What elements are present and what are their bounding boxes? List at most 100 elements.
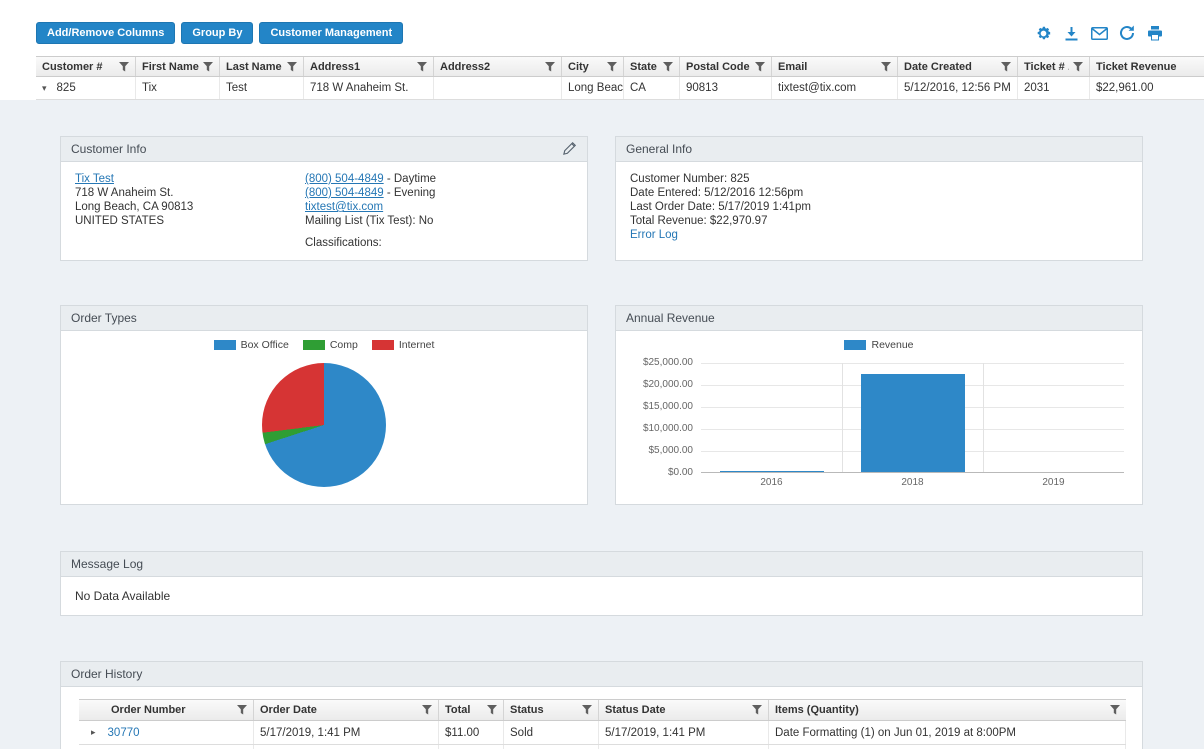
general-info-header: General Info	[616, 137, 1142, 162]
col-header-address2[interactable]: Address2	[434, 57, 562, 76]
cell-total: $11.00	[439, 721, 504, 744]
customer-info-panel: Customer Info Tix Test 718 W Anaheim St.…	[60, 136, 588, 261]
group-by-button[interactable]: Group By	[181, 22, 254, 44]
filter-icon[interactable]	[119, 61, 129, 72]
col-header-customer-number[interactable]: Customer #	[36, 57, 136, 76]
filter-icon[interactable]	[607, 61, 617, 72]
mailing-list-status: Mailing List (Tix Test): No	[305, 215, 434, 227]
col-header-total[interactable]: Total	[439, 700, 504, 720]
legend-swatch-revenue	[844, 340, 867, 350]
col-header-items-quantity[interactable]: Items (Quantity)	[769, 700, 1126, 720]
settings-gear-icon[interactable]	[1034, 24, 1052, 42]
col-header-status[interactable]: Status	[504, 700, 599, 720]
charts-row: Order Types Box Office Comp Internet Ann…	[60, 305, 1143, 505]
message-log-body: No Data Available	[61, 577, 1142, 615]
col-label: Order Number	[111, 704, 186, 716]
cell-total: $0.00	[439, 745, 504, 749]
col-header-state[interactable]: State	[624, 57, 680, 76]
col-header-status-date[interactable]: Status Date	[599, 700, 769, 720]
cell-first-name: Tix	[136, 77, 220, 99]
customer-management-button[interactable]: Customer Management	[259, 22, 404, 44]
phone-evening-link[interactable]: (800) 504-4849	[305, 187, 384, 199]
filter-icon[interactable]	[203, 61, 213, 72]
order-row[interactable]: ▸ 30770 5/17/2019, 1:41 PM $11.00 Sold 5/…	[79, 721, 1126, 745]
customer-row[interactable]: ▾ 825 Tix Test 718 W Anaheim St. Long Bea…	[36, 77, 1204, 100]
col-header-ticket-number[interactable]: Ticket #↓	[1018, 57, 1090, 76]
col-header-email[interactable]: Email	[772, 57, 898, 76]
filter-icon[interactable]	[752, 705, 762, 715]
panel-title: Customer Info	[71, 142, 147, 156]
col-header-city[interactable]: City	[562, 57, 624, 76]
legend-label: Comp	[329, 339, 358, 351]
edit-customer-icon[interactable]	[563, 141, 577, 158]
cell-value: Long Beach	[568, 82, 624, 94]
bar[interactable]	[860, 373, 965, 472]
cell-value: 5/17/2019, 1:41 PM	[605, 726, 706, 739]
cell-date-created: 5/12/2016, 12:56 PM	[898, 77, 1018, 99]
col-header-last-name[interactable]: Last Name	[220, 57, 304, 76]
col-header-order-date[interactable]: Order Date	[254, 700, 439, 720]
filter-icon[interactable]	[881, 61, 891, 72]
filter-icon[interactable]	[422, 705, 432, 715]
customer-email-link[interactable]: tixtest@tix.com	[305, 201, 383, 213]
print-icon[interactable]	[1146, 24, 1164, 42]
col-header-order-number[interactable]: Order Number	[79, 700, 254, 720]
col-header-ticket-revenue[interactable]: Ticket Revenue	[1090, 57, 1204, 76]
cell-postal-code: 90813	[680, 77, 772, 99]
refresh-icon[interactable]	[1118, 24, 1136, 42]
filter-icon[interactable]	[755, 61, 765, 72]
col-header-first-name[interactable]: First Name	[136, 57, 220, 76]
general-total-revenue: Total Revenue: $22,970.97	[630, 215, 768, 227]
y-tick: $25,000.00	[642, 357, 693, 368]
phone-evening-label: - Evening	[383, 187, 436, 199]
order-number-link[interactable]: 30770	[108, 727, 140, 739]
filter-icon[interactable]	[287, 61, 297, 72]
download-icon[interactable]	[1062, 24, 1080, 42]
general-date-entered: Date Entered: 5/12/2016 12:56pm	[630, 187, 804, 199]
phone-daytime-link[interactable]: (800) 504-4849	[305, 173, 384, 185]
col-header-address1[interactable]: Address1	[304, 57, 434, 76]
filter-icon[interactable]	[417, 61, 427, 72]
col-header-date-created[interactable]: Date Created	[898, 57, 1018, 76]
filter-icon[interactable]	[237, 705, 247, 715]
cell-value: 825	[56, 82, 76, 94]
order-row[interactable]: ▸30497 4/8/2019, 1:43 PM $0.00 Open 4/8/…	[79, 745, 1126, 749]
cell-status: Open	[504, 745, 599, 749]
filter-icon[interactable]	[487, 705, 497, 715]
filter-icon[interactable]	[1001, 61, 1011, 72]
row-expander-icon[interactable]: ▾	[42, 83, 47, 94]
row-expander-icon[interactable]: ▸	[91, 727, 96, 738]
legend-label: Internet	[398, 339, 435, 351]
filter-icon[interactable]	[582, 705, 592, 715]
order-history-grid: Order Number Order Date Total Status Sta…	[79, 699, 1126, 749]
bar-legend: Revenue	[616, 337, 1142, 353]
add-remove-columns-button[interactable]: Add/Remove Columns	[36, 22, 176, 44]
filter-icon[interactable]	[545, 61, 555, 72]
cell-value: Sold	[510, 726, 534, 739]
cell-status-date: 4/8/2019, 1:51 PM	[599, 745, 769, 749]
y-tick: $20,000.00	[642, 379, 693, 390]
col-label: First Name	[142, 60, 199, 73]
col-label: Items (Quantity)	[775, 704, 859, 716]
legend-swatch-comp	[302, 340, 325, 350]
bar[interactable]	[719, 470, 824, 472]
email-icon[interactable]	[1090, 24, 1108, 42]
y-tick: $15,000.00	[642, 401, 693, 412]
pie-chart[interactable]	[262, 363, 386, 487]
cell-order-date: 5/17/2019, 1:41 PM	[254, 721, 439, 744]
order-types-panel: Order Types Box Office Comp Internet	[60, 305, 588, 505]
no-data-text: No Data Available	[75, 589, 171, 603]
col-label: City	[568, 60, 589, 73]
filter-icon[interactable]	[663, 61, 673, 72]
customer-name-link[interactable]: Tix Test	[75, 173, 114, 185]
error-log-link[interactable]: Error Log	[630, 229, 678, 241]
col-header-postal-code[interactable]: Postal Code	[680, 57, 772, 76]
toolbar-icons	[1034, 24, 1164, 42]
cell-value: Date Formatting (1) on Jun 01, 2019 at 8…	[775, 726, 1016, 739]
filter-icon[interactable]	[1073, 61, 1083, 72]
customer-grid-header: Customer # First Name Last Name Address1…	[36, 56, 1204, 77]
filter-icon[interactable]	[1110, 705, 1120, 715]
toolbar: Add/Remove Columns Group By Customer Man…	[0, 22, 1204, 44]
cell-value: Tix	[142, 82, 157, 94]
panel-title: Annual Revenue	[626, 311, 715, 325]
